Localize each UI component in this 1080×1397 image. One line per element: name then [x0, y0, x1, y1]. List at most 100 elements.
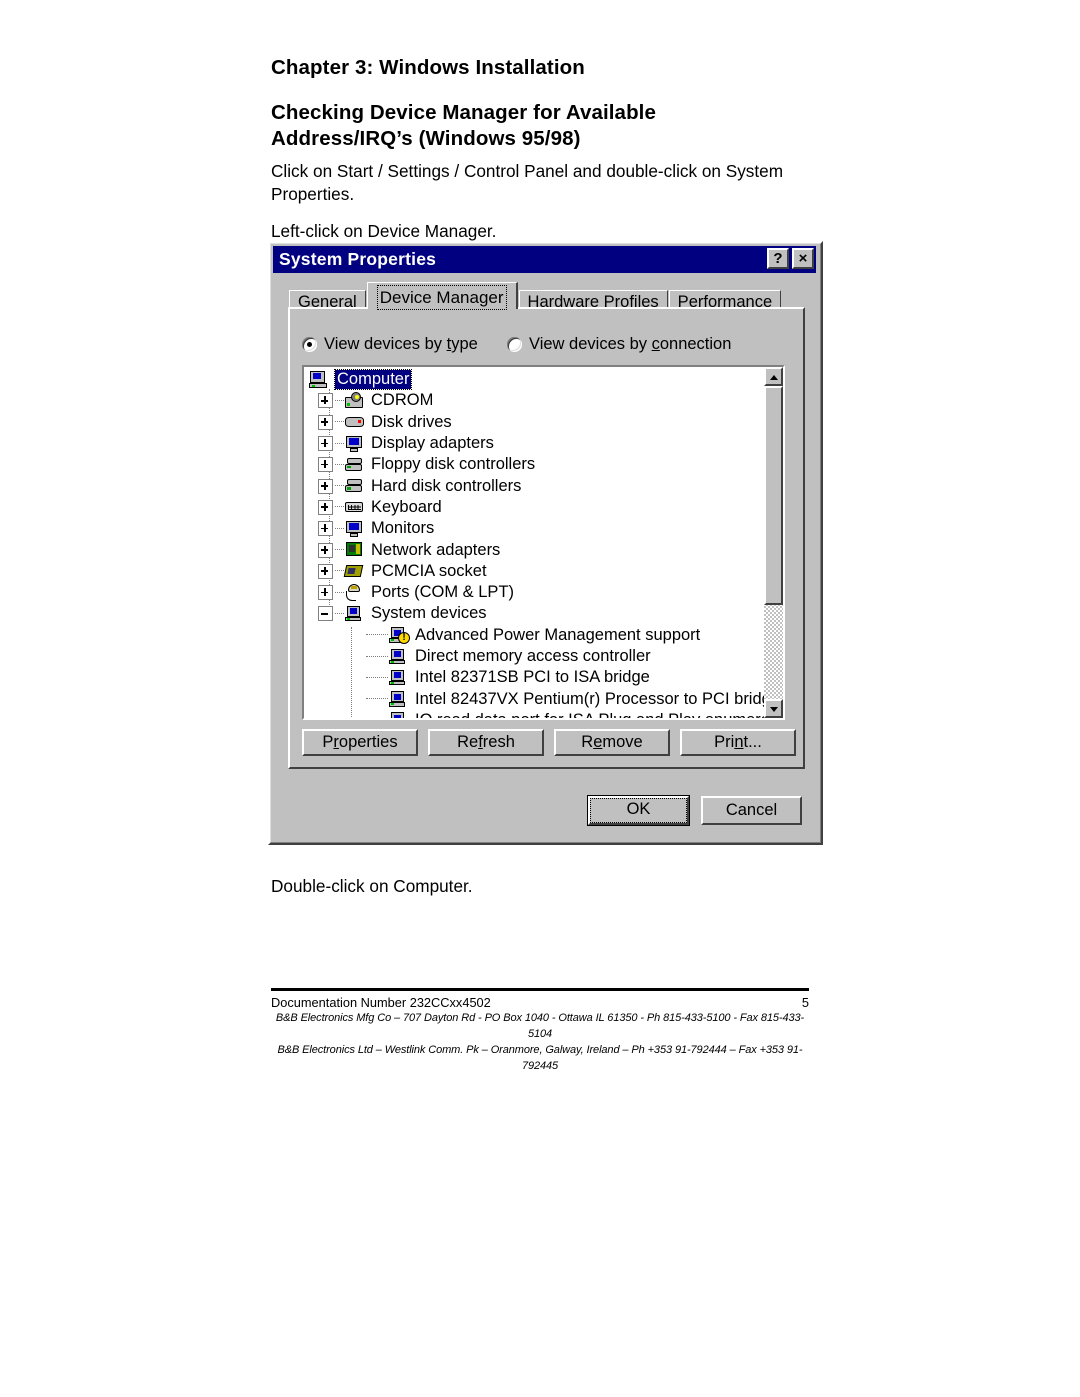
- tree-item-label: Network adapters: [371, 540, 501, 559]
- tree-connector: [335, 421, 344, 423]
- expand-icon[interactable]: [318, 414, 333, 430]
- footer-address-line-2: B&B Electronics Ltd – Westlink Comm. Pk …: [277, 1044, 803, 1072]
- tree-item-disk-drives[interactable]: Disk drives: [304, 412, 764, 433]
- chapter-title: Chapter 3: Windows Installation: [271, 56, 585, 79]
- tree-item-io-read-data-port[interactable]: IO read data port for ISA Plug and Play …: [304, 710, 764, 718]
- tree-item-intel-82437vx[interactable]: Intel 82437VX Pentium(r) Processor to PC…: [304, 688, 764, 709]
- tree-item-network-adapters[interactable]: Network adapters: [304, 539, 764, 560]
- tree-connector: [335, 570, 344, 572]
- floppy-controller-icon: [345, 456, 365, 474]
- expand-icon[interactable]: [318, 436, 333, 452]
- tree-item-label: Computer: [333, 369, 413, 391]
- tree-item-dma-controller[interactable]: Direct memory access controller: [304, 646, 764, 667]
- tree-item-keyboard[interactable]: Keyboard: [304, 497, 764, 518]
- expand-icon[interactable]: [318, 542, 333, 558]
- ok-button[interactable]: OK: [587, 795, 690, 826]
- print-button[interactable]: Print...: [680, 729, 796, 756]
- refresh-button[interactable]: Refresh: [428, 729, 544, 756]
- system-device-icon: [389, 669, 409, 687]
- expand-icon[interactable]: [318, 393, 333, 409]
- radio-indicator: [302, 337, 317, 352]
- tree-connector: [335, 506, 344, 508]
- device-tree-scrollbar[interactable]: [764, 367, 783, 718]
- tree-item-label: CDROM: [371, 391, 434, 410]
- help-icon[interactable]: ?: [767, 248, 789, 269]
- section-title-line-1: Checking Device Manager for Available: [271, 100, 656, 124]
- tree-item-ports[interactable]: Ports (COM & LPT): [304, 582, 764, 603]
- tree-connector: [335, 527, 344, 530]
- monitor-icon: [345, 520, 365, 538]
- tree-item-label: Display adapters: [371, 434, 494, 453]
- tree-item-hard-disk-controllers[interactable]: Hard disk controllers: [304, 475, 764, 496]
- tree-item-pcmcia-socket[interactable]: PCMCIA socket: [304, 561, 764, 582]
- tree-item-apm-support[interactable]: ! Advanced Power Management support: [304, 625, 764, 646]
- expand-icon[interactable]: [318, 563, 333, 579]
- tree-connector: [335, 549, 344, 551]
- instruction-paragraph-3: Double-click on Computer.: [271, 876, 473, 896]
- tab-device-manager[interactable]: Device Manager: [366, 282, 518, 310]
- expand-icon[interactable]: [318, 457, 333, 473]
- tree-item-label: PCMCIA socket: [371, 561, 487, 580]
- footer-divider: [271, 988, 809, 991]
- tree-item-label: Intel 82437VX Pentium(r) Processor to PC…: [415, 689, 764, 708]
- device-tree: Computer CDROM Disk drives Display adapt…: [304, 367, 764, 718]
- system-device-icon: !: [389, 626, 410, 645]
- system-device-icon: [389, 648, 409, 666]
- tree-item-label: Ports (COM & LPT): [371, 583, 515, 602]
- tree-item-cdrom[interactable]: CDROM: [304, 390, 764, 411]
- page-content: Chapter 3: Windows Installation Checking…: [271, 56, 811, 243]
- tree-item-label: Floppy disk controllers: [371, 455, 536, 474]
- scroll-up-button[interactable]: [764, 367, 783, 386]
- collapse-icon[interactable]: [318, 606, 333, 622]
- expand-icon[interactable]: [318, 499, 333, 515]
- tree-connector: [366, 676, 388, 679]
- radio-view-by-type[interactable]: View devices by type: [302, 335, 478, 354]
- keyboard-icon: [345, 498, 365, 516]
- close-icon[interactable]: ×: [792, 248, 814, 269]
- ok-button-label: OK: [590, 798, 687, 823]
- tree-connector: [366, 655, 388, 658]
- expand-icon[interactable]: [318, 585, 333, 601]
- tree-item-display-adapters[interactable]: Display adapters: [304, 433, 764, 454]
- tree-item-floppy-disk-controllers[interactable]: Floppy disk controllers: [304, 454, 764, 475]
- disk-drive-icon: [345, 413, 365, 431]
- tree-connector: [335, 442, 344, 445]
- tree-item-computer[interactable]: Computer: [304, 369, 764, 391]
- page-number: 5: [801, 995, 809, 1010]
- expand-icon[interactable]: [318, 478, 333, 494]
- radio-view-by-type-label: View devices by type: [324, 335, 478, 353]
- expand-icon[interactable]: [318, 521, 333, 537]
- document-page: Chapter 3: Windows Installation Checking…: [0, 0, 1080, 1397]
- tree-item-monitors[interactable]: Monitors: [304, 518, 764, 539]
- instruction-paragraph-2: Left-click on Device Manager.: [271, 220, 497, 241]
- scrollbar-thumb[interactable]: [764, 386, 783, 605]
- cancel-button[interactable]: Cancel: [701, 796, 802, 825]
- device-tree-listbox[interactable]: Computer CDROM Disk drives Display adapt…: [302, 365, 785, 720]
- hard-disk-controller-icon: [345, 477, 365, 495]
- tree-item-label: Monitors: [371, 519, 435, 538]
- ports-icon: [345, 583, 365, 602]
- tree-connector: [335, 399, 344, 402]
- remove-button[interactable]: Remove: [554, 729, 670, 756]
- tree-item-system-devices[interactable]: System devices: [304, 603, 764, 624]
- properties-button[interactable]: Properties: [302, 729, 418, 756]
- tree-connector: [335, 463, 344, 466]
- instruction-paragraph-1: Click on Start / Settings / Control Pane…: [271, 161, 784, 204]
- tree-item-intel-82371sb[interactable]: Intel 82371SB PCI to ISA bridge: [304, 667, 764, 688]
- radio-view-by-connection[interactable]: View devices by connection: [507, 335, 731, 354]
- tree-connector: [335, 485, 344, 487]
- tree-item-label: Advanced Power Management support: [415, 625, 701, 644]
- system-properties-screenshot: System Properties ? × General Device Man…: [268, 241, 823, 845]
- documentation-number: Documentation Number 232CCxx4502: [271, 995, 491, 1010]
- chevron-down-icon: [770, 707, 778, 712]
- tree-item-label: Intel 82371SB PCI to ISA bridge: [415, 668, 650, 687]
- tree-item-label: IO read data port for ISA Plug and Play …: [415, 711, 764, 718]
- chevron-up-icon: [770, 375, 778, 380]
- dialog-titlebar: System Properties ? ×: [273, 246, 816, 273]
- network-adapter-icon: [345, 541, 365, 559]
- section-title-line-2: Address/IRQ’s (Windows 95/98): [271, 126, 581, 150]
- footer-doc-line: Documentation Number 232CCxx4502 5: [271, 995, 809, 1010]
- footer-address-line-1: B&B Electronics Mfg Co – 707 Dayton Rd -…: [275, 1012, 805, 1040]
- scroll-down-button[interactable]: [764, 699, 783, 718]
- tree-connector: [335, 591, 344, 594]
